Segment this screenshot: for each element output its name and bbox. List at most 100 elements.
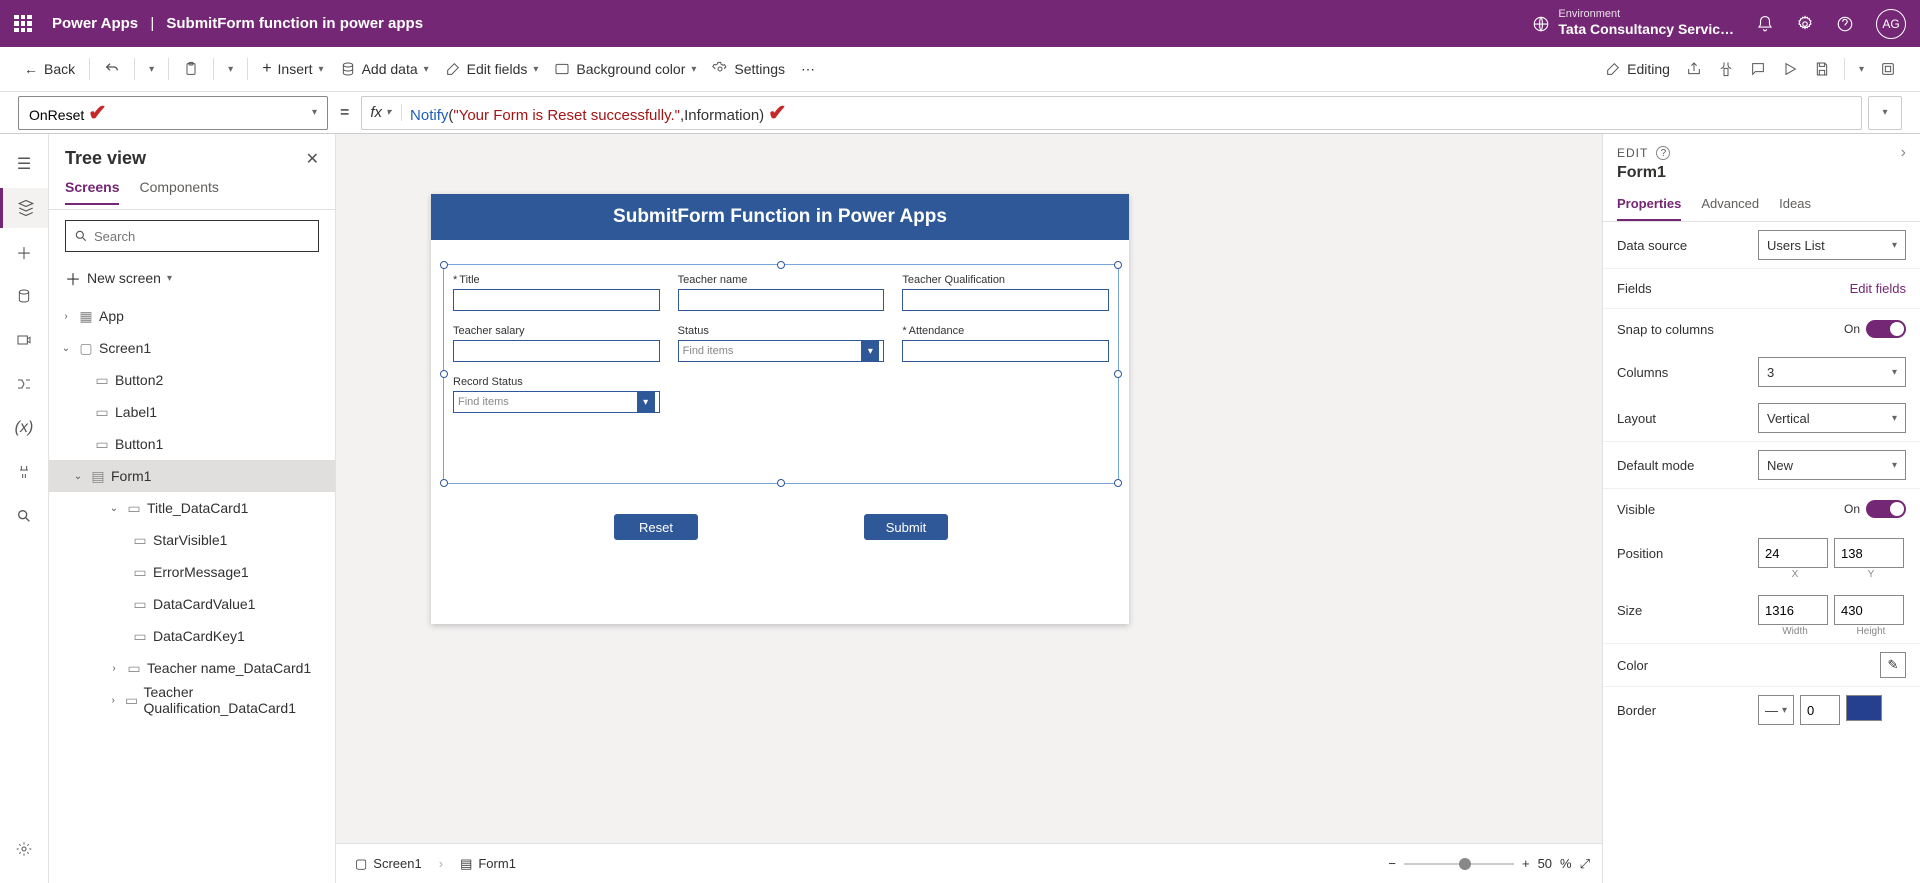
border-style[interactable]: — ▾ [1758, 695, 1794, 725]
search-field[interactable] [94, 229, 310, 244]
ptab-advanced[interactable]: Advanced [1701, 190, 1759, 221]
tree-item-button2[interactable]: ▭Button2 [49, 364, 335, 396]
data-source-select[interactable]: Users List▾ [1758, 230, 1906, 260]
pos-x-input[interactable] [1758, 538, 1828, 568]
tree-item-screen1[interactable]: ⌄▢Screen1 [49, 332, 335, 364]
bell-icon[interactable] [1756, 15, 1774, 33]
tree-item-button1[interactable]: ▭Button1 [49, 428, 335, 460]
layout-label: Layout [1617, 411, 1758, 426]
status-combo[interactable]: Find items▾ [678, 340, 885, 362]
width-input[interactable] [1758, 595, 1828, 625]
reset-button[interactable]: Reset [614, 514, 698, 540]
hamburger-icon[interactable]: ☰ [0, 144, 48, 184]
tree-item-errmsg[interactable]: ▭ErrorMessage1 [49, 556, 335, 588]
tools-icon[interactable] [0, 452, 48, 492]
bg-color-button[interactable]: Background color▾ [548, 57, 702, 81]
tree-item-tqual-dc[interactable]: ›▭Teacher Qualification_DataCard1 [49, 684, 335, 716]
tree-item-tname-dc[interactable]: ›▭Teacher name_DataCard1 [49, 652, 335, 684]
layout-select[interactable]: Vertical▾ [1758, 403, 1906, 433]
paste-menu[interactable]: ▾ [222, 60, 239, 79]
tree-item-app[interactable]: ›▦App [49, 300, 335, 332]
data-icon[interactable] [0, 276, 48, 316]
edit-fields-link[interactable]: Edit fields [1850, 281, 1906, 296]
border-width-input[interactable] [1800, 695, 1840, 725]
save-menu[interactable]: ▾ [1853, 60, 1870, 79]
environment-picker[interactable]: Environment Tata Consultancy Servic… [1532, 8, 1734, 39]
expand-formula[interactable]: ▾ [1868, 96, 1902, 130]
teacher-name-input[interactable] [678, 289, 885, 311]
collapse-icon[interactable]: › [1901, 144, 1906, 162]
info-icon[interactable]: ? [1656, 146, 1670, 160]
submit-button[interactable]: Submit [864, 514, 948, 540]
publish-button[interactable] [1874, 57, 1902, 81]
search-icon[interactable] [0, 496, 48, 536]
media-icon[interactable] [0, 320, 48, 360]
tree-item-dckey[interactable]: ▭DataCardKey1 [49, 620, 335, 652]
record-status-combo[interactable]: Find items▾ [453, 391, 660, 413]
edit-fields-button[interactable]: Edit fields▾ [439, 57, 545, 81]
tree-view-icon[interactable] [0, 188, 48, 228]
snap-label: Snap to columns [1617, 322, 1844, 337]
back-button[interactable]: ←Back [18, 57, 81, 81]
height-input[interactable] [1834, 595, 1904, 625]
crumb-screen[interactable]: ▢ Screen1 [348, 853, 429, 875]
tab-screens[interactable]: Screens [65, 175, 119, 205]
ptab-ideas[interactable]: Ideas [1779, 190, 1811, 221]
tree-item-form1[interactable]: ⌄▤Form1 [49, 460, 335, 492]
app-title: Power Apps | SubmitForm function in powe… [52, 15, 423, 32]
zoom-in[interactable]: + [1522, 856, 1530, 871]
attendance-input[interactable] [902, 340, 1109, 362]
checker-button[interactable] [1712, 57, 1740, 81]
fx-string: "Your Form is Reset successfully." [453, 107, 680, 124]
snap-toggle[interactable] [1866, 320, 1906, 338]
default-mode-select[interactable]: New▾ [1758, 450, 1906, 480]
app-name: Power Apps [52, 15, 138, 32]
undo-button[interactable] [98, 57, 126, 81]
editing-mode[interactable]: Editing [1599, 57, 1676, 81]
crumb-form[interactable]: ▤ Form1 [453, 853, 523, 875]
insert-button[interactable]: +Insert▾ [256, 56, 329, 82]
property-dropdown[interactable]: OnReset✔ ▾ [18, 96, 328, 130]
color-label: Color [1617, 658, 1758, 673]
play-button[interactable] [1776, 57, 1804, 81]
title-input[interactable] [453, 289, 660, 311]
tree-item-title-dc[interactable]: ⌄▭Title_DataCard1 [49, 492, 335, 524]
teacher-qual-input[interactable] [902, 289, 1109, 311]
paste-button[interactable] [177, 57, 205, 81]
border-color-swatch[interactable] [1846, 695, 1882, 721]
undo-menu[interactable]: ▾ [143, 60, 160, 79]
new-screen-button[interactable]: ＋New screen▾ [49, 260, 335, 300]
ptab-properties[interactable]: Properties [1617, 190, 1681, 221]
search-input[interactable] [65, 220, 319, 252]
pos-y-input[interactable] [1834, 538, 1904, 568]
app-screen[interactable]: SubmitForm Function in Power Apps *Title… [431, 194, 1129, 624]
teacher-salary-input[interactable] [453, 340, 660, 362]
flows-icon[interactable] [0, 364, 48, 404]
help-icon[interactable] [1836, 15, 1854, 33]
app-launcher-icon[interactable] [14, 15, 32, 33]
avatar[interactable]: AG [1876, 9, 1906, 39]
tab-components[interactable]: Components [139, 175, 218, 205]
visible-toggle[interactable] [1866, 500, 1906, 518]
variables-icon[interactable]: (x) [0, 408, 48, 448]
more-button[interactable]: ⋯ [795, 57, 821, 82]
rail-settings-icon[interactable] [0, 829, 48, 869]
tree-item-starvisible[interactable]: ▭StarVisible1 [49, 524, 335, 556]
fit-icon[interactable]: ⤢ [1580, 856, 1590, 872]
zoom-slider[interactable] [1404, 863, 1514, 865]
tree-item-label1[interactable]: ▭Label1 [49, 396, 335, 428]
add-data-button[interactable]: Add data▾ [334, 57, 435, 81]
settings-button[interactable]: Settings [706, 57, 791, 81]
tree-list: ›▦App ⌄▢Screen1 ▭Button2 ▭Label1 ▭Button… [49, 300, 335, 883]
tree-item-dcval[interactable]: ▭DataCardValue1 [49, 588, 335, 620]
save-button[interactable] [1808, 57, 1836, 81]
zoom-out[interactable]: − [1388, 856, 1396, 871]
close-icon[interactable]: ✕ [306, 149, 319, 169]
comments-button[interactable] [1744, 57, 1772, 81]
insert-icon[interactable]: ＋ [0, 232, 48, 272]
color-picker-icon[interactable]: ✎ [1880, 652, 1906, 678]
formula-input[interactable]: fx▾ Notify("Your Form is Reset successfu… [361, 96, 1862, 130]
gear-icon[interactable] [1796, 15, 1814, 33]
share-button[interactable] [1680, 57, 1708, 81]
columns-select[interactable]: 3▾ [1758, 357, 1906, 387]
